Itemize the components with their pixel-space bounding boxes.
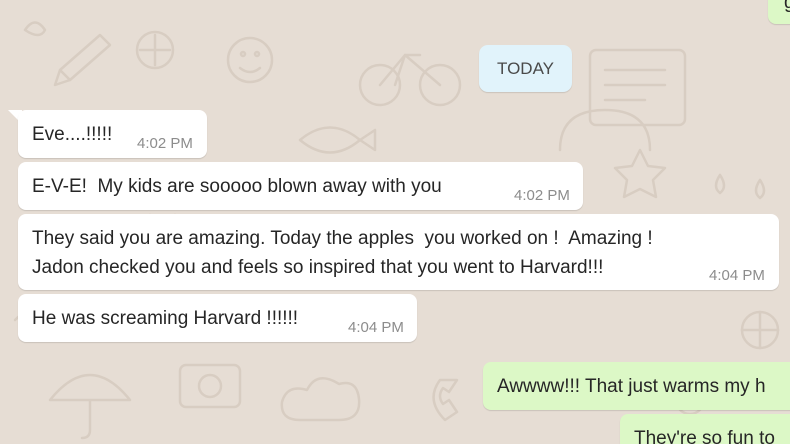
message-text-line-2: Jadon checked you and feels so inspired … (32, 257, 604, 278)
incoming-message[interactable]: E-V-E! My kids are sooooo blown away wit… (18, 162, 583, 210)
incoming-message[interactable]: Eve....!!!!! 4:02 PM (18, 110, 207, 158)
message-timestamp: 4:04 PM (709, 267, 765, 284)
incoming-message[interactable]: They said you are amazing. Today the app… (18, 214, 779, 290)
message-text-line-1: They said you are amazing. Today the app… (32, 228, 653, 249)
message-timestamp: 4:02 PM (514, 187, 570, 204)
message-timestamp: 4:04 PM (348, 319, 404, 336)
outgoing-message[interactable]: Awwww!!! That just warms my h (483, 362, 790, 410)
message-text: Awwww!!! That just warms my h (497, 376, 766, 397)
message-text: He was screaming Harvard !!!!!! (32, 308, 299, 329)
outgoing-message-fragment[interactable]: g (768, 0, 790, 24)
message-text: They're so fun to (634, 428, 775, 444)
incoming-message[interactable]: He was screaming Harvard !!!!!! 4:04 PM (18, 294, 417, 342)
message-text: E-V-E! My kids are sooooo blown away wit… (32, 176, 442, 197)
message-timestamp: 4:02 PM (137, 135, 193, 152)
outgoing-message[interactable]: They're so fun to (620, 414, 790, 444)
date-separator: TODAY (479, 45, 572, 92)
date-separator-label: TODAY (497, 58, 554, 78)
message-text: Eve....!!!!! (32, 124, 113, 145)
message-text: g (784, 0, 790, 13)
